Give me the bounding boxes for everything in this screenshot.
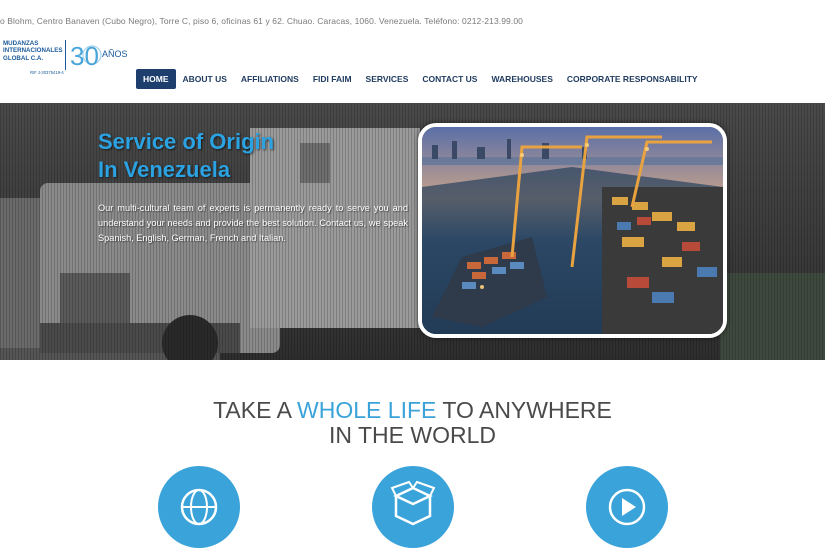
tagline-line-2: IN THE WORLD: [329, 422, 496, 448]
container-port-illustration: [422, 127, 723, 334]
nav-home[interactable]: HOME: [136, 69, 176, 89]
nav-affiliations[interactable]: AFFILIATIONS: [234, 69, 306, 89]
anniversary-badge: 30 AÑOS: [70, 41, 128, 71]
anniversary-word: AÑOS: [102, 49, 128, 59]
logo-divider: [65, 40, 66, 70]
box-icon: [390, 480, 436, 526]
clock-icon: [608, 488, 646, 526]
logo-line-1: MUDANZAS: [3, 40, 39, 47]
logo-wordmark: MUDANZAS INTERNACIONALES GLOBAL C.A.: [3, 40, 62, 62]
logo-line-3: GLOBAL C.A.: [3, 54, 44, 62]
clock-feature-button[interactable]: [586, 466, 668, 548]
nav-fidi-faim[interactable]: FIDI FAIM: [306, 69, 359, 89]
nav-warehouses[interactable]: WAREHOUSES: [484, 69, 559, 89]
company-address: o Blohm, Centro Banaven (Cubo Negro), To…: [0, 16, 524, 26]
tagline-part-2: TO ANYWHERE: [436, 397, 612, 423]
nav-corporate-responsability[interactable]: CORPORATE RESPONSABILITY: [560, 69, 705, 89]
box-feature-button[interactable]: [372, 466, 454, 548]
top-bar: o Blohm, Centro Banaven (Cubo Negro), To…: [0, 0, 825, 40]
tagline-part-1: TAKE A: [213, 397, 298, 423]
company-logo[interactable]: MUDANZAS INTERNACIONALES GLOBAL C.A. RIF…: [0, 38, 130, 80]
hero-banner: Service of Origin In Venezuela Our multi…: [0, 103, 825, 360]
nav-services[interactable]: SERVICES: [359, 69, 416, 89]
main-navigation: HOME ABOUT US AFFILIATIONS FIDI FAIM SER…: [136, 69, 705, 89]
nav-about-us[interactable]: ABOUT US: [176, 69, 234, 89]
logo-rif: RIF J-30375419-4: [30, 70, 64, 75]
hero-title-line-2: In Venezuela: [98, 157, 231, 182]
hero-title-line-1: Service of Origin: [98, 129, 275, 154]
globe-icon: [180, 488, 218, 526]
tagline-line-1: TAKE A WHOLE LIFE TO ANYWHERE: [0, 398, 825, 423]
logo-line-2: INTERNACIONALES: [3, 47, 63, 55]
tagline-heading: TAKE A WHOLE LIFE TO ANYWHERE IN THE WOR…: [0, 398, 825, 448]
globe-feature-button[interactable]: [158, 466, 240, 548]
hero-title: Service of Origin In Venezuela: [98, 128, 398, 184]
nav-contact-us[interactable]: CONTACT US: [415, 69, 484, 89]
anniversary-number: 30: [70, 41, 99, 71]
hero-description: Our multi-cultural team of experts is pe…: [98, 203, 408, 243]
tagline-highlight: WHOLE LIFE: [297, 397, 437, 423]
port-image: [418, 123, 727, 338]
